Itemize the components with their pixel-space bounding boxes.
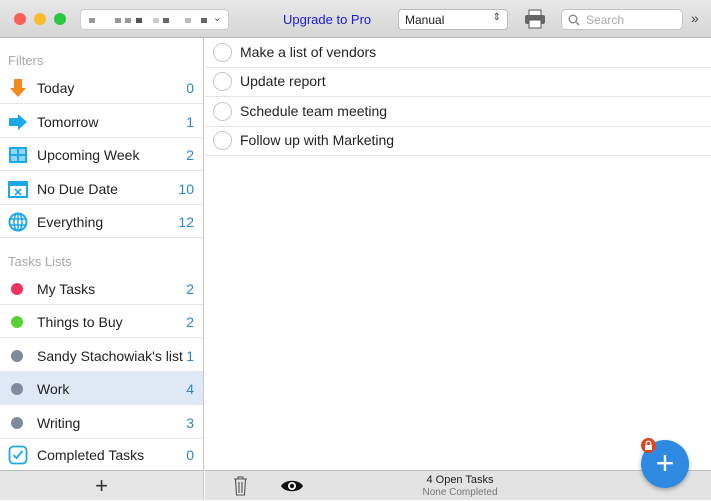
list-writing[interactable]: Writing 3 [0,406,203,439]
filter-label: No Due Date [37,181,118,197]
bottom-bar: 4 Open Tasks None Completed [205,470,711,500]
list-label: Sandy Stachowiak's list [37,348,183,364]
open-tasks-count: 4 Open Tasks [426,474,494,486]
globe-icon [8,212,28,232]
list-things-to-buy[interactable]: Things to Buy 2 [0,305,203,338]
lock-icon [641,438,656,453]
list-count: 2 [186,314,194,330]
calendar-grid-icon [9,147,27,163]
filter-count: 0 [186,80,194,96]
list-label: Writing [37,415,81,431]
task-checkbox[interactable] [213,131,232,150]
list-count: 0 [186,447,194,463]
list-count: 3 [186,415,194,431]
task-title: Follow up with Marketing [240,132,395,148]
filter-label: Upcoming Week [37,147,140,163]
list-sandy[interactable]: Sandy Stachowiak's list 1 [0,339,203,372]
checkbox-checked-icon [8,445,28,465]
sidebar: Filters Today 0 Tomorrow 1 Upcoming Week 2 … [0,38,204,470]
filter-label: Today [37,80,75,96]
filter-count: 1 [186,114,194,130]
filter-no-due-date[interactable]: No Due Date 10 [0,172,203,205]
sort-value: Manual [405,13,445,27]
task-checkbox[interactable] [213,72,232,91]
filter-count: 2 [186,147,194,163]
filter-label: Tomorrow [37,114,99,130]
search-input[interactable]: Search [561,9,683,30]
list-color-dot [11,283,23,295]
filter-everything[interactable]: Everything 12 [0,205,203,238]
filter-upcoming-week[interactable]: Upcoming Week 2 [0,138,203,171]
calendar-x-icon [8,181,28,198]
more-toolbar-button[interactable]: » [691,10,699,26]
filter-today[interactable]: Today 0 [0,71,203,104]
printer-icon[interactable] [524,9,546,29]
task-checkbox[interactable] [213,43,232,62]
filter-count: 10 [178,181,194,197]
eye-icon[interactable] [280,479,304,493]
add-list-button[interactable]: + [0,470,204,500]
completed-count: None Completed [422,487,498,498]
list-label: Things to Buy [37,314,123,330]
task-checkbox[interactable] [213,102,232,121]
chevron-down-icon: ⌄ [212,12,222,24]
list-count: 1 [186,348,194,364]
filter-label: Everything [37,214,104,230]
task-lists-header: Tasks Lists [8,254,72,269]
list-count: 4 [186,381,194,397]
minimize-button[interactable] [34,13,46,25]
list-completed-tasks[interactable]: Completed Tasks 0 [0,438,203,471]
upgrade-link[interactable]: Upgrade to Pro [283,12,371,27]
filter-count: 12 [178,214,194,230]
task-title: Make a list of vendors [240,44,377,60]
task-title: Schedule team meeting [240,103,388,119]
task-row[interactable]: Make a list of vendors [205,38,711,68]
filters-header: Filters [8,53,44,68]
task-title: Update report [240,73,326,89]
filter-tomorrow[interactable]: Tomorrow 1 [0,105,203,138]
trash-icon[interactable] [233,476,248,496]
list-label: Completed Tasks [37,447,145,463]
list-color-dot [11,417,23,429]
task-row[interactable]: Update report [205,67,711,97]
arrow-down-icon [10,79,26,97]
list-my-tasks[interactable]: My Tasks 2 [0,272,203,305]
chevron-updown-icon: ⇕ [492,12,501,23]
list-work[interactable]: Work 4 [0,372,203,405]
arrow-right-icon [9,114,27,130]
list-label: Work [37,381,70,397]
sort-select[interactable]: Manual ⇕ [398,9,508,30]
list-color-dot [11,350,23,362]
zoom-button[interactable] [54,13,66,25]
close-button[interactable] [14,13,26,25]
list-count: 2 [186,281,194,297]
account-dropdown[interactable]: ⌄ [80,9,229,30]
toolbar: ⌄ Upgrade to Pro Manual ⇕ Search » [0,0,711,38]
task-row[interactable]: Follow up with Marketing [205,126,711,156]
search-icon [568,14,580,26]
list-label: My Tasks [37,281,96,297]
list-color-dot [11,383,23,395]
list-color-dot [11,316,23,328]
task-row[interactable]: Schedule team meeting [205,97,711,127]
search-placeholder: Search [586,13,625,27]
